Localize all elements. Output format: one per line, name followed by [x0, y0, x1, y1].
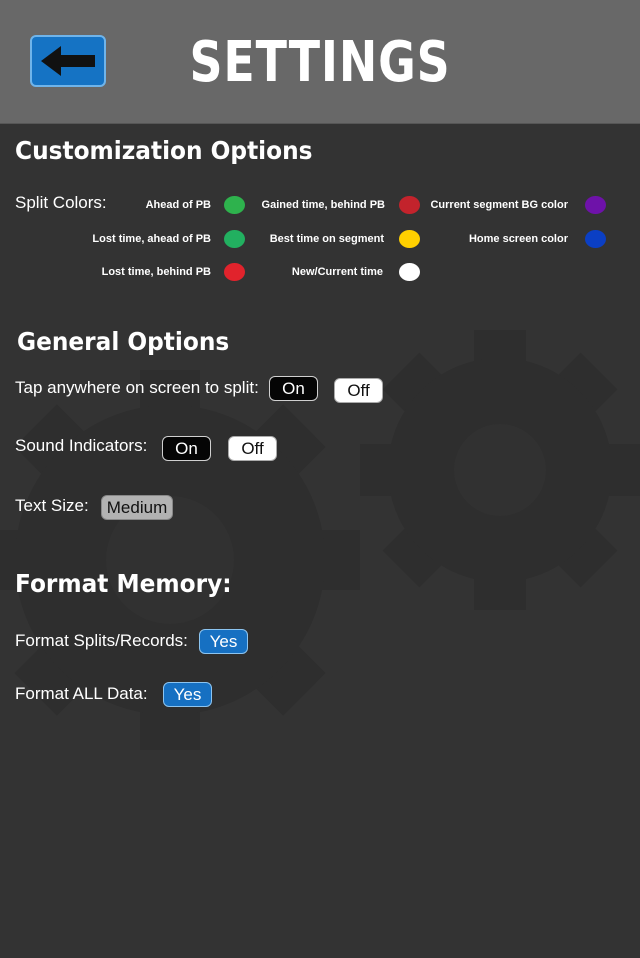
swatch-label-new-current: New/Current time: [291, 266, 383, 278]
swatch-label-ahead-of-pb: Ahead of PB: [145, 199, 211, 211]
tap-to-split-off-button[interactable]: Off: [334, 378, 383, 403]
color-dot-home-screen[interactable]: [585, 230, 606, 248]
swatch-label-current-segment-bg: Current segment BG color: [430, 199, 568, 211]
color-dot-lost-time-ahead[interactable]: [224, 230, 245, 248]
swatch-label-lost-time-ahead: Lost time, ahead of PB: [92, 233, 211, 245]
sound-off-button[interactable]: Off: [228, 436, 277, 461]
color-dot-current-segment-bg[interactable]: [585, 196, 606, 214]
color-dot-ahead-of-pb[interactable]: [224, 196, 245, 214]
tap-to-split-on-button[interactable]: On: [269, 376, 318, 401]
header-bar: SETTINGS: [0, 0, 640, 124]
customization-section-title: Customization Options: [15, 136, 313, 165]
sound-on-button[interactable]: On: [162, 436, 211, 461]
sound-indicators-label: Sound Indicators:: [15, 436, 148, 455]
tap-to-split-label: Tap anywhere on screen to split:: [15, 378, 259, 397]
general-section-title: General Options: [17, 327, 230, 356]
format-all-label: Format ALL Data:: [15, 684, 148, 703]
color-dot-best-time[interactable]: [399, 230, 420, 248]
color-dot-new-current[interactable]: [399, 263, 420, 281]
swatch-label-best-time: Best time on segment: [269, 233, 384, 245]
format-splits-yes-button[interactable]: Yes: [199, 629, 248, 654]
format-section-title: Format Memory:: [15, 569, 232, 598]
swatch-label-lost-time-behind: Lost time, behind PB: [101, 266, 211, 278]
settings-screen: SETTINGS Customization Options Split Col…: [0, 0, 640, 958]
color-dot-lost-time-behind[interactable]: [224, 263, 245, 281]
page-title: SETTINGS: [189, 30, 451, 95]
color-dot-gained-time[interactable]: [399, 196, 420, 214]
split-colors-label: Split Colors:: [15, 193, 107, 212]
swatch-label-gained-time: Gained time, behind PB: [261, 199, 385, 211]
format-all-yes-button[interactable]: Yes: [163, 682, 212, 707]
format-splits-label: Format Splits/Records:: [15, 631, 188, 650]
text-size-button[interactable]: Medium: [101, 495, 173, 520]
swatch-label-home-screen: Home screen color: [468, 233, 568, 245]
text-size-label: Text Size:: [15, 496, 89, 515]
